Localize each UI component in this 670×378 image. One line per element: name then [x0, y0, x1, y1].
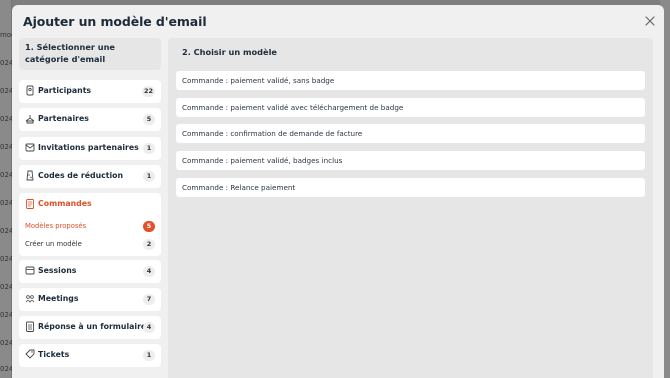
category-column: 1. Sélectionner une catégorie d'email Pa… — [19, 38, 161, 367]
category-reponse-formulaire[interactable]: Réponse à un formulaire 4 — [19, 316, 161, 339]
subitem-creer-modele[interactable]: Créer un modèle 2 — [25, 239, 155, 251]
template-label: Commande : paiement validé, badges inclu… — [182, 156, 343, 165]
category-label: Sessions — [38, 266, 77, 275]
handshake-icon — [25, 115, 35, 124]
template-item[interactable]: Commande : paiement validé, sans badge — [176, 71, 645, 90]
template-label: Commande : Relance paiement — [182, 183, 296, 192]
category-tickets[interactable]: Tickets 1 — [19, 344, 161, 367]
category-heading: 1. Sélectionner une catégorie d'email — [19, 38, 161, 70]
category-commandes-expanded: Commandes Modèles proposés 5 Créer un mo… — [19, 193, 161, 256]
modal-title: Ajouter un modèle d'email — [23, 14, 207, 29]
category-sessions[interactable]: Sessions 4 — [19, 260, 161, 283]
invitation-icon — [25, 143, 35, 152]
template-item[interactable]: Commande : confirmation de demande de fa… — [176, 124, 645, 143]
count-badge: 1 — [143, 171, 155, 182]
clipboard-icon — [26, 199, 34, 209]
category-label: Tickets — [38, 350, 70, 359]
background-cell: 024 — [0, 255, 12, 263]
background-cell: 024 — [0, 283, 12, 291]
template-panel: 2. Choisir un modèle Commande : paiement… — [168, 38, 653, 378]
sessions-icon — [25, 266, 35, 275]
category-label: Invitations partenaires — [38, 143, 139, 152]
category-commandes[interactable]: Commandes — [19, 193, 161, 216]
background-cell: mod — [0, 31, 12, 39]
category-label: Commandes — [38, 199, 92, 208]
template-item[interactable]: Commande : paiement validé, badges inclu… — [176, 151, 645, 170]
count-badge: 5 — [143, 114, 155, 125]
background-cell: 024 — [0, 365, 12, 373]
ticket-icon — [26, 85, 34, 96]
subitem-label: Modèles proposés — [25, 222, 87, 230]
background-cell: 024 — [0, 87, 12, 95]
background-cell: 024 — [0, 115, 12, 123]
background-cell: 024 — [0, 143, 12, 151]
template-item[interactable]: Commande : paiement validé avec téléchar… — [176, 98, 645, 117]
template-label: Commande : confirmation de demande de fa… — [182, 129, 363, 138]
count-badge: 4 — [143, 322, 155, 333]
template-item[interactable]: Commande : Relance paiement — [176, 178, 645, 197]
category-partenaires[interactable]: Partenaires 5 — [19, 108, 161, 131]
meetings-icon — [25, 295, 35, 303]
template-heading: 2. Choisir un modèle — [182, 47, 277, 57]
email-template-modal: Ajouter un modèle d'email 1. Sélectionne… — [12, 5, 664, 378]
category-label: Participants — [38, 86, 92, 95]
count-badge: 1 — [143, 350, 155, 361]
background-cell: 024 — [0, 59, 12, 67]
background-cell: 024 — [0, 199, 12, 207]
category-label: Codes de réduction — [38, 171, 124, 180]
count-badge: 7 — [143, 294, 155, 305]
category-label: Meetings — [38, 294, 79, 303]
count-badge: 22 — [141, 86, 155, 97]
category-label: Partenaires — [38, 114, 89, 123]
close-button[interactable] — [644, 12, 656, 26]
background-cell: 024 — [0, 311, 12, 319]
discount-icon — [26, 170, 34, 181]
form-icon — [26, 321, 34, 332]
category-codes-reduction[interactable]: Codes de réduction 1 — [19, 165, 161, 188]
count-badge: 4 — [143, 266, 155, 277]
subitem-modeles-proposes[interactable]: Modèles proposés 5 — [25, 221, 155, 233]
background-cell: 024 — [0, 227, 12, 235]
template-label: Commande : paiement validé avec téléchar… — [182, 103, 404, 112]
count-badge: 5 — [143, 221, 155, 232]
tag-icon — [25, 349, 35, 359]
category-label: Réponse à un formulaire — [38, 322, 147, 331]
category-meetings[interactable]: Meetings 7 — [19, 288, 161, 311]
background-cell: 024 — [0, 339, 12, 347]
background-cell: 024 — [0, 171, 12, 179]
template-label: Commande : paiement validé, sans badge — [182, 76, 335, 85]
category-invitations-partenaires[interactable]: Invitations partenaires 1 — [19, 137, 161, 160]
count-badge: 2 — [143, 239, 155, 250]
close-icon — [645, 16, 655, 26]
background-table-column: mod 024 024 024 024 024 024 024 024 024 … — [0, 0, 12, 378]
count-badge: 1 — [143, 143, 155, 154]
category-participants[interactable]: Participants 22 — [19, 80, 161, 103]
subitem-label: Créer un modèle — [25, 240, 82, 248]
